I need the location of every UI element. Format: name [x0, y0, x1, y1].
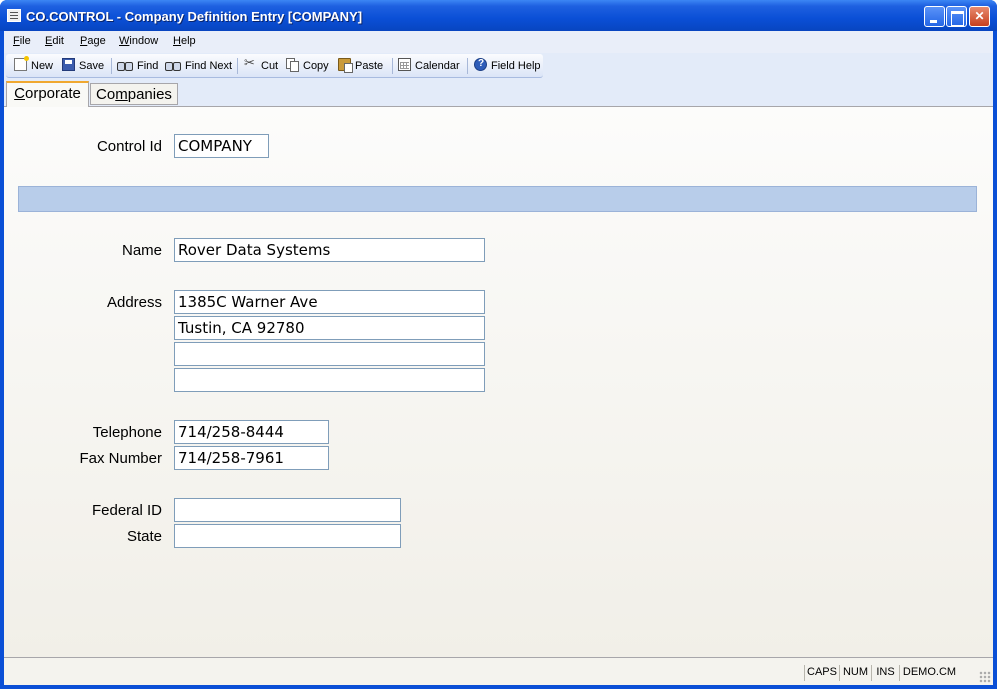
caps-indicator: CAPS: [804, 665, 839, 681]
control-id-label: Control Id: [96, 138, 162, 155]
resize-grip[interactable]: [979, 671, 991, 683]
paste-button[interactable]: Paste: [338, 58, 383, 74]
tab-companies[interactable]: Companies: [90, 83, 178, 105]
new-button[interactable]: New: [14, 56, 53, 74]
federal-id-label: Federal ID: [91, 502, 162, 519]
app-icon[interactable]: [7, 9, 21, 22]
minimize-button[interactable]: [924, 6, 945, 27]
close-icon: ✕: [974, 9, 985, 23]
binoculars-icon: [117, 58, 133, 71]
binoculars-next-icon: [165, 58, 181, 71]
toolbar: New Save Find Find Next Cut Copy Paste C…: [4, 53, 993, 79]
ins-indicator: INS: [871, 665, 899, 681]
state-label: State: [126, 528, 162, 545]
menu-bar: File Edit Page Window Help: [4, 31, 993, 53]
address-line-1-field[interactable]: 1385C Warner Ave: [174, 290, 485, 314]
copy-button[interactable]: Copy: [286, 58, 329, 74]
telephone-field[interactable]: 714/258-8444: [174, 420, 329, 444]
window-title: CO.CONTROL - Company Definition Entry [C…: [26, 9, 363, 24]
menu-help[interactable]: Help: [173, 35, 196, 47]
menu-window[interactable]: Window: [119, 35, 158, 47]
help-icon: [474, 58, 487, 71]
close-button[interactable]: ✕: [969, 6, 990, 27]
name-field[interactable]: Rover Data Systems: [174, 238, 485, 262]
menu-edit[interactable]: Edit: [45, 35, 64, 47]
application-window: CO.CONTROL - Company Definition Entry [C…: [0, 0, 997, 689]
toolbar-separator: [467, 58, 468, 74]
toolbar-separator: [392, 58, 393, 74]
section-divider: [18, 186, 977, 212]
account-indicator: DEMO.CM: [899, 665, 959, 681]
new-document-icon: [14, 56, 29, 71]
fax-number-field[interactable]: 714/258-7961: [174, 446, 329, 470]
telephone-label: Telephone: [92, 424, 162, 441]
tab-bar: Corporate Companies: [4, 79, 993, 107]
name-label: Name: [121, 242, 162, 259]
copy-icon: [286, 58, 299, 72]
address-label: Address: [106, 294, 162, 311]
cut-button[interactable]: Cut: [244, 56, 278, 74]
toolbar-separator: [111, 58, 112, 74]
save-button[interactable]: Save: [62, 58, 104, 74]
tab-corporate[interactable]: Corporate: [6, 81, 89, 107]
clipboard-icon: [338, 58, 353, 73]
title-bar[interactable]: CO.CONTROL - Company Definition Entry [C…: [0, 0, 997, 31]
federal-id-field[interactable]: [174, 498, 401, 522]
num-indicator: NUM: [839, 665, 871, 681]
address-line-2-field[interactable]: Tustin, CA 92780: [174, 316, 485, 340]
calendar-icon: [398, 58, 411, 71]
control-id-field[interactable]: COMPANY: [174, 134, 269, 158]
status-bar: CAPS NUM INS DEMO.CM: [4, 661, 993, 685]
address-line-3-field[interactable]: [174, 342, 485, 366]
menu-file[interactable]: File: [13, 35, 31, 47]
fax-number-label: Fax Number: [79, 450, 162, 467]
state-field[interactable]: [174, 524, 401, 548]
toolbar-strip: New Save Find Find Next Cut Copy Paste C…: [6, 54, 543, 78]
save-disk-icon: [62, 58, 75, 71]
find-button[interactable]: Find: [117, 58, 158, 74]
scissors-icon: [244, 56, 257, 71]
menu-page[interactable]: Page: [80, 35, 106, 47]
form-panel: Control Id COMPANY Name Rover Data Syste…: [4, 106, 993, 658]
maximize-button[interactable]: [946, 6, 967, 27]
address-line-4-field[interactable]: [174, 368, 485, 392]
find-next-button[interactable]: Find Next: [165, 58, 232, 74]
client-area: File Edit Page Window Help New Save Find…: [4, 31, 993, 685]
field-help-button[interactable]: Field Help: [474, 58, 541, 74]
toolbar-separator: [237, 58, 238, 74]
calendar-button[interactable]: Calendar: [398, 58, 460, 74]
